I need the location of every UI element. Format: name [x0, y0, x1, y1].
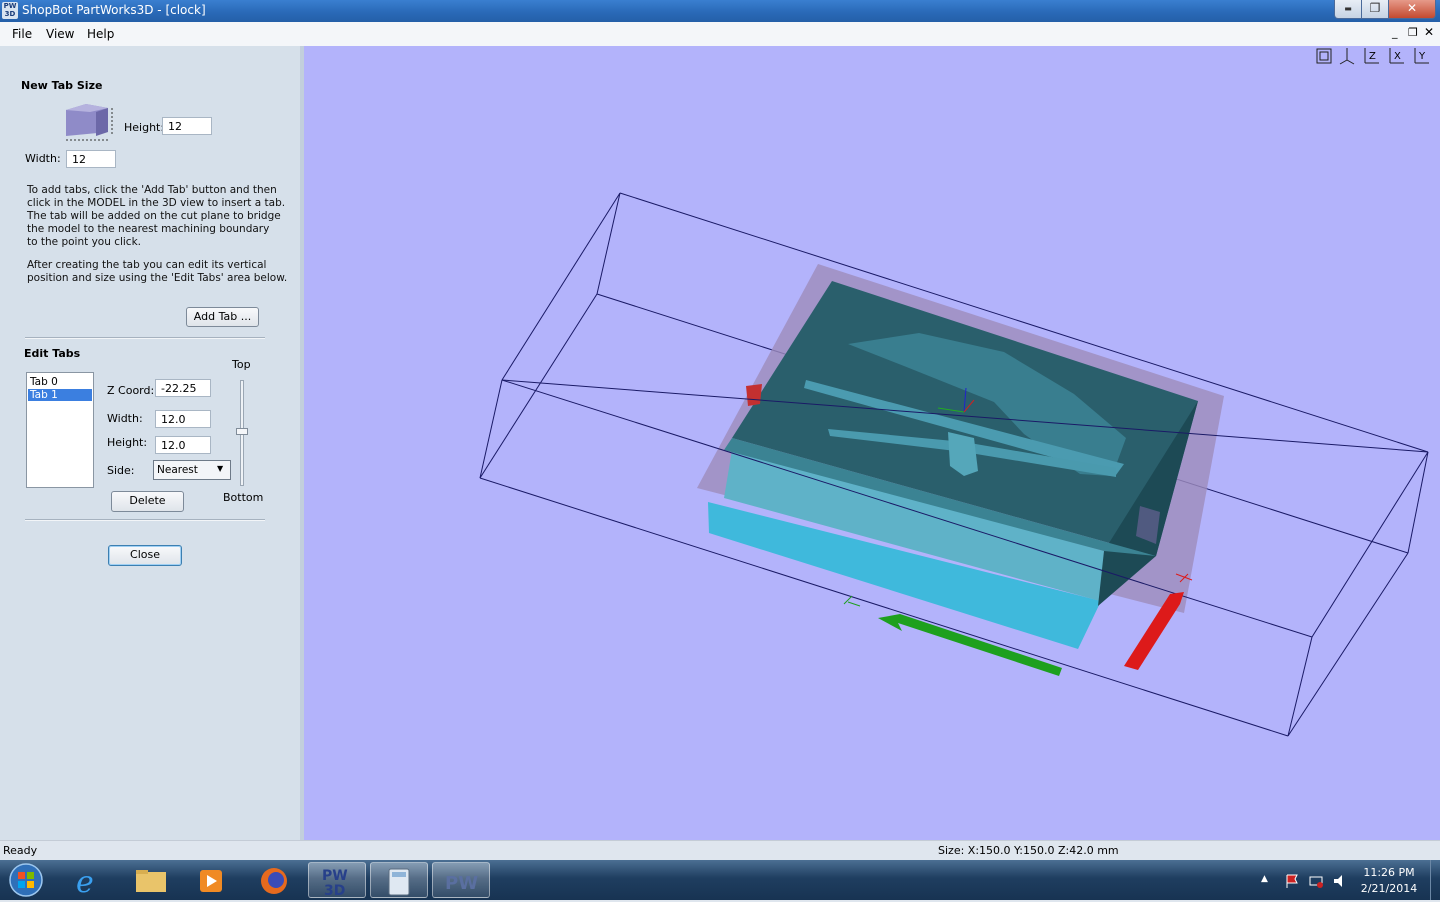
volume-icon[interactable] [1332, 873, 1348, 889]
list-item-tab-0[interactable]: Tab 0 [28, 376, 92, 388]
show-desktop-button[interactable] [1430, 860, 1440, 900]
action-center-flag-icon[interactable] [1284, 873, 1300, 889]
x-view-icon[interactable]: X [1386, 46, 1406, 66]
iso-view-icon[interactable] [1337, 46, 1357, 66]
model-size-readout: Size: X:150.0 Y:150.0 Z:42.0 mm [938, 844, 1119, 857]
add-tab-instructions: To add tabs, click the 'Add Tab' button … [27, 184, 285, 249]
delete-tab-button[interactable]: Delete [111, 491, 184, 512]
new-height-label: Height: [124, 121, 165, 134]
taskbar-media-player[interactable] [182, 862, 240, 898]
tray-chevron-icon[interactable]: ▲ [1261, 874, 1268, 884]
menu-help[interactable]: Help [87, 27, 114, 41]
taskbar-partworks[interactable]: PW [432, 862, 490, 898]
3d-viewport[interactable]: Z X Y [304, 46, 1440, 840]
calculator-icon [388, 868, 410, 896]
title-bar: PW 3D ShopBot PartWorks3D - [clock] ▬ ❐ … [0, 0, 1440, 22]
taskbar-file-explorer[interactable] [122, 862, 180, 898]
folder-icon [136, 870, 166, 892]
add-tab-button[interactable]: Add Tab ... [186, 307, 259, 327]
minimize-button[interactable]: ▬ [1334, 0, 1362, 19]
slider-top-label: Top [232, 358, 251, 371]
edit-tabs-heading: Edit Tabs [24, 347, 81, 360]
svg-text:PW: PW [445, 873, 478, 894]
network-icon[interactable] [1308, 873, 1324, 889]
instruction-line: After creating the tab you can edit its … [27, 259, 267, 271]
tab-z-slider-thumb[interactable] [236, 428, 248, 435]
new-height-input[interactable] [162, 117, 212, 135]
doc-close-button[interactable]: ✕ [1424, 25, 1434, 39]
menu-file[interactable]: File [12, 27, 32, 41]
side-select-value: Nearest [157, 464, 198, 476]
menu-bar: File View Help _ ❐ ✕ [0, 22, 1440, 47]
instruction-line: The tab will be added on the cut plane t… [27, 210, 281, 222]
tab-width-label: Width: [107, 412, 143, 425]
taskbar-partworks3d[interactable]: PW 3D [308, 862, 366, 899]
menu-view[interactable]: View [46, 27, 74, 41]
separator [25, 519, 265, 521]
window-title: ShopBot PartWorks3D - [clock] [22, 3, 206, 17]
tab-marker-0[interactable] [746, 384, 762, 406]
svg-text:X: X [1394, 51, 1401, 62]
close-window-button[interactable]: ✕ [1388, 0, 1436, 19]
tab-list[interactable]: Tab 0 Tab 1 [26, 372, 94, 488]
slider-bottom-label: Bottom [223, 491, 264, 504]
instruction-line: To add tabs, click the 'Add Tab' button … [27, 184, 277, 196]
z-coord-input[interactable] [155, 379, 211, 397]
side-select[interactable]: Nearest ▼ [153, 460, 231, 480]
svg-text:Z: Z [1369, 51, 1376, 62]
new-width-input[interactable] [66, 150, 116, 168]
doc-restore-button[interactable]: ❐ [1408, 26, 1418, 39]
chevron-down-icon: ▼ [217, 464, 224, 473]
status-bar: Ready Size: X:150.0 Y:150.0 Z:42.0 mm [0, 840, 1440, 861]
partworks3d-icon: PW3D [322, 868, 348, 899]
3d-scene[interactable] [304, 46, 1440, 840]
svg-text:3D: 3D [324, 883, 345, 899]
taskbar-calculator[interactable] [370, 862, 428, 898]
tab-height-input[interactable] [155, 436, 211, 454]
firefox-icon [261, 868, 287, 894]
partworks-icon: PW [445, 873, 478, 894]
z-view-icon[interactable]: Z [1361, 46, 1381, 66]
instruction-line: the model to the nearest machining bound… [27, 223, 270, 235]
instruction-line: position and size using the 'Edit Tabs' … [27, 272, 288, 284]
side-label: Side: [107, 464, 135, 477]
svg-text:Y: Y [1418, 51, 1426, 62]
maximize-button[interactable]: ❐ [1361, 0, 1389, 19]
svg-text:PW: PW [322, 868, 348, 884]
instruction-line: click in the MODEL in the 3D view to ins… [27, 197, 286, 209]
new-tab-size-heading: New Tab Size [21, 79, 103, 92]
start-orb-icon[interactable] [6, 862, 46, 898]
new-width-label: Width: [25, 152, 61, 165]
separator [25, 337, 265, 339]
doc-minimize-button[interactable]: _ [1392, 26, 1398, 39]
instruction-line: to the point you click. [27, 236, 141, 248]
fit-view-icon[interactable] [1314, 46, 1334, 66]
taskbar: e PW 3D PW ▲ 11:26 PM 2/21/2014 [0, 860, 1440, 900]
clock-time[interactable]: 11:26 PM [1354, 866, 1424, 879]
list-item-tab-1[interactable]: Tab 1 [28, 389, 92, 401]
close-button[interactable]: Close [108, 545, 182, 566]
tab-height-label: Height: [107, 436, 148, 449]
z-coord-label: Z Coord: [107, 384, 155, 397]
taskbar-firefox[interactable] [244, 862, 302, 898]
clock-date[interactable]: 2/21/2014 [1354, 882, 1424, 895]
internet-explorer-icon: e [76, 865, 94, 900]
media-player-icon [200, 870, 222, 892]
svg-text:e: e [76, 865, 94, 898]
tab-size-icon [66, 104, 113, 141]
taskbar-internet-explorer[interactable]: e [62, 862, 120, 900]
y-view-icon[interactable]: Y [1411, 46, 1431, 66]
status-text: Ready [3, 844, 38, 857]
tab-width-input[interactable] [155, 410, 211, 428]
edit-tab-instructions: After creating the tab you can edit its … [27, 259, 287, 285]
app-icon[interactable]: PW 3D [2, 2, 18, 19]
